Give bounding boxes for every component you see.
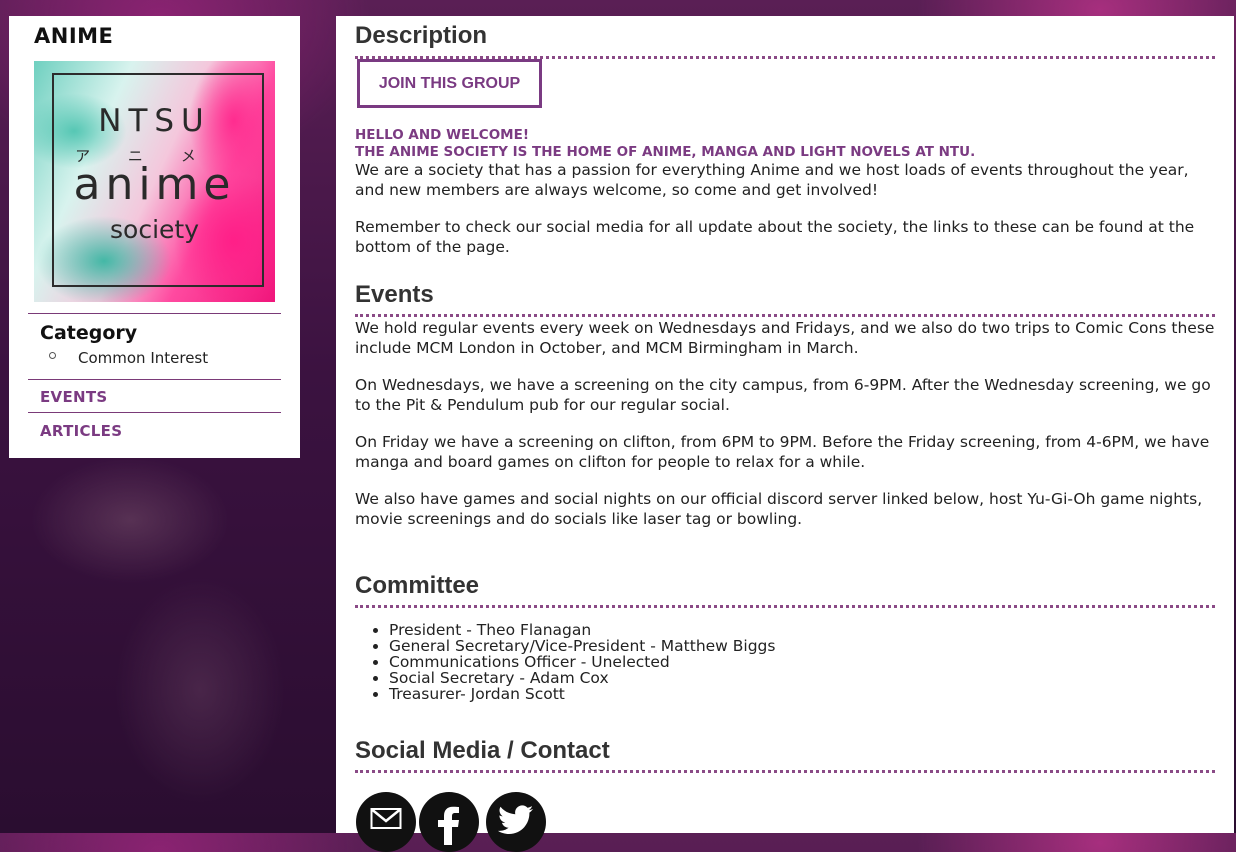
committee-member: General Secretary/Vice-President - Matth… (389, 638, 775, 654)
group-logo: NTSU アニメ anime society (34, 61, 275, 302)
divider (28, 313, 281, 314)
category-item: Common Interest (78, 349, 209, 367)
category-heading: Category (40, 322, 138, 344)
facebook-icon (438, 806, 459, 845)
dotted-divider (355, 770, 1215, 773)
committee-member: President - Theo Flanagan (389, 622, 775, 638)
twitter-button[interactable] (486, 792, 546, 852)
events-paragraph: On Friday we have a screening on clifton… (355, 433, 1210, 471)
description-paragraph: Remember to check our social media for a… (355, 218, 1195, 256)
twitter-icon (498, 805, 533, 834)
social-heading: Social Media / Contact (355, 737, 610, 764)
welcome-highlight: HELLO AND WELCOME! (355, 127, 529, 143)
email-button[interactable] (356, 792, 416, 852)
divider (28, 379, 281, 380)
join-group-button[interactable]: JOIN THIS GROUP (357, 59, 542, 108)
events-paragraph: We also have games and social nights on … (355, 490, 1203, 528)
events-paragraph: On Wednesdays, we have a screening on th… (355, 376, 1211, 414)
logo-text-ntsu: NTSU (98, 103, 211, 139)
committee-list: President - Theo Flanagan General Secret… (355, 622, 775, 702)
logo-text-anime: anime (73, 159, 236, 210)
committee-heading: Committee (355, 572, 480, 599)
description-heading: Description (355, 22, 488, 49)
committee-member: Communications Officer - Unelected (389, 654, 775, 670)
bullet-icon (49, 352, 56, 359)
logo-text-society: society (110, 215, 199, 244)
email-icon (370, 808, 402, 829)
sidebar-link-articles[interactable]: ARTICLES (40, 422, 122, 440)
sidebar-link-events[interactable]: EVENTS (40, 388, 108, 406)
dotted-divider (355, 314, 1215, 317)
sidebar: ANIME NTSU アニメ anime society Category Co… (9, 16, 300, 458)
dotted-divider (355, 605, 1215, 608)
divider (28, 412, 281, 413)
committee-member: Social Secretary - Adam Cox (389, 670, 775, 686)
events-paragraph: We hold regular events every week on Wed… (355, 319, 1215, 357)
main-content: Description JOIN THIS GROUP HELLO AND WE… (336, 16, 1234, 852)
group-title: ANIME (34, 24, 114, 48)
description-paragraph: We are a society that has a passion for … (355, 161, 1189, 199)
facebook-button[interactable] (419, 792, 479, 852)
committee-member: Treasurer- Jordan Scott (389, 686, 775, 702)
intro-highlight: THE ANIME SOCIETY IS THE HOME OF ANIME, … (355, 144, 976, 160)
events-heading: Events (355, 281, 434, 308)
